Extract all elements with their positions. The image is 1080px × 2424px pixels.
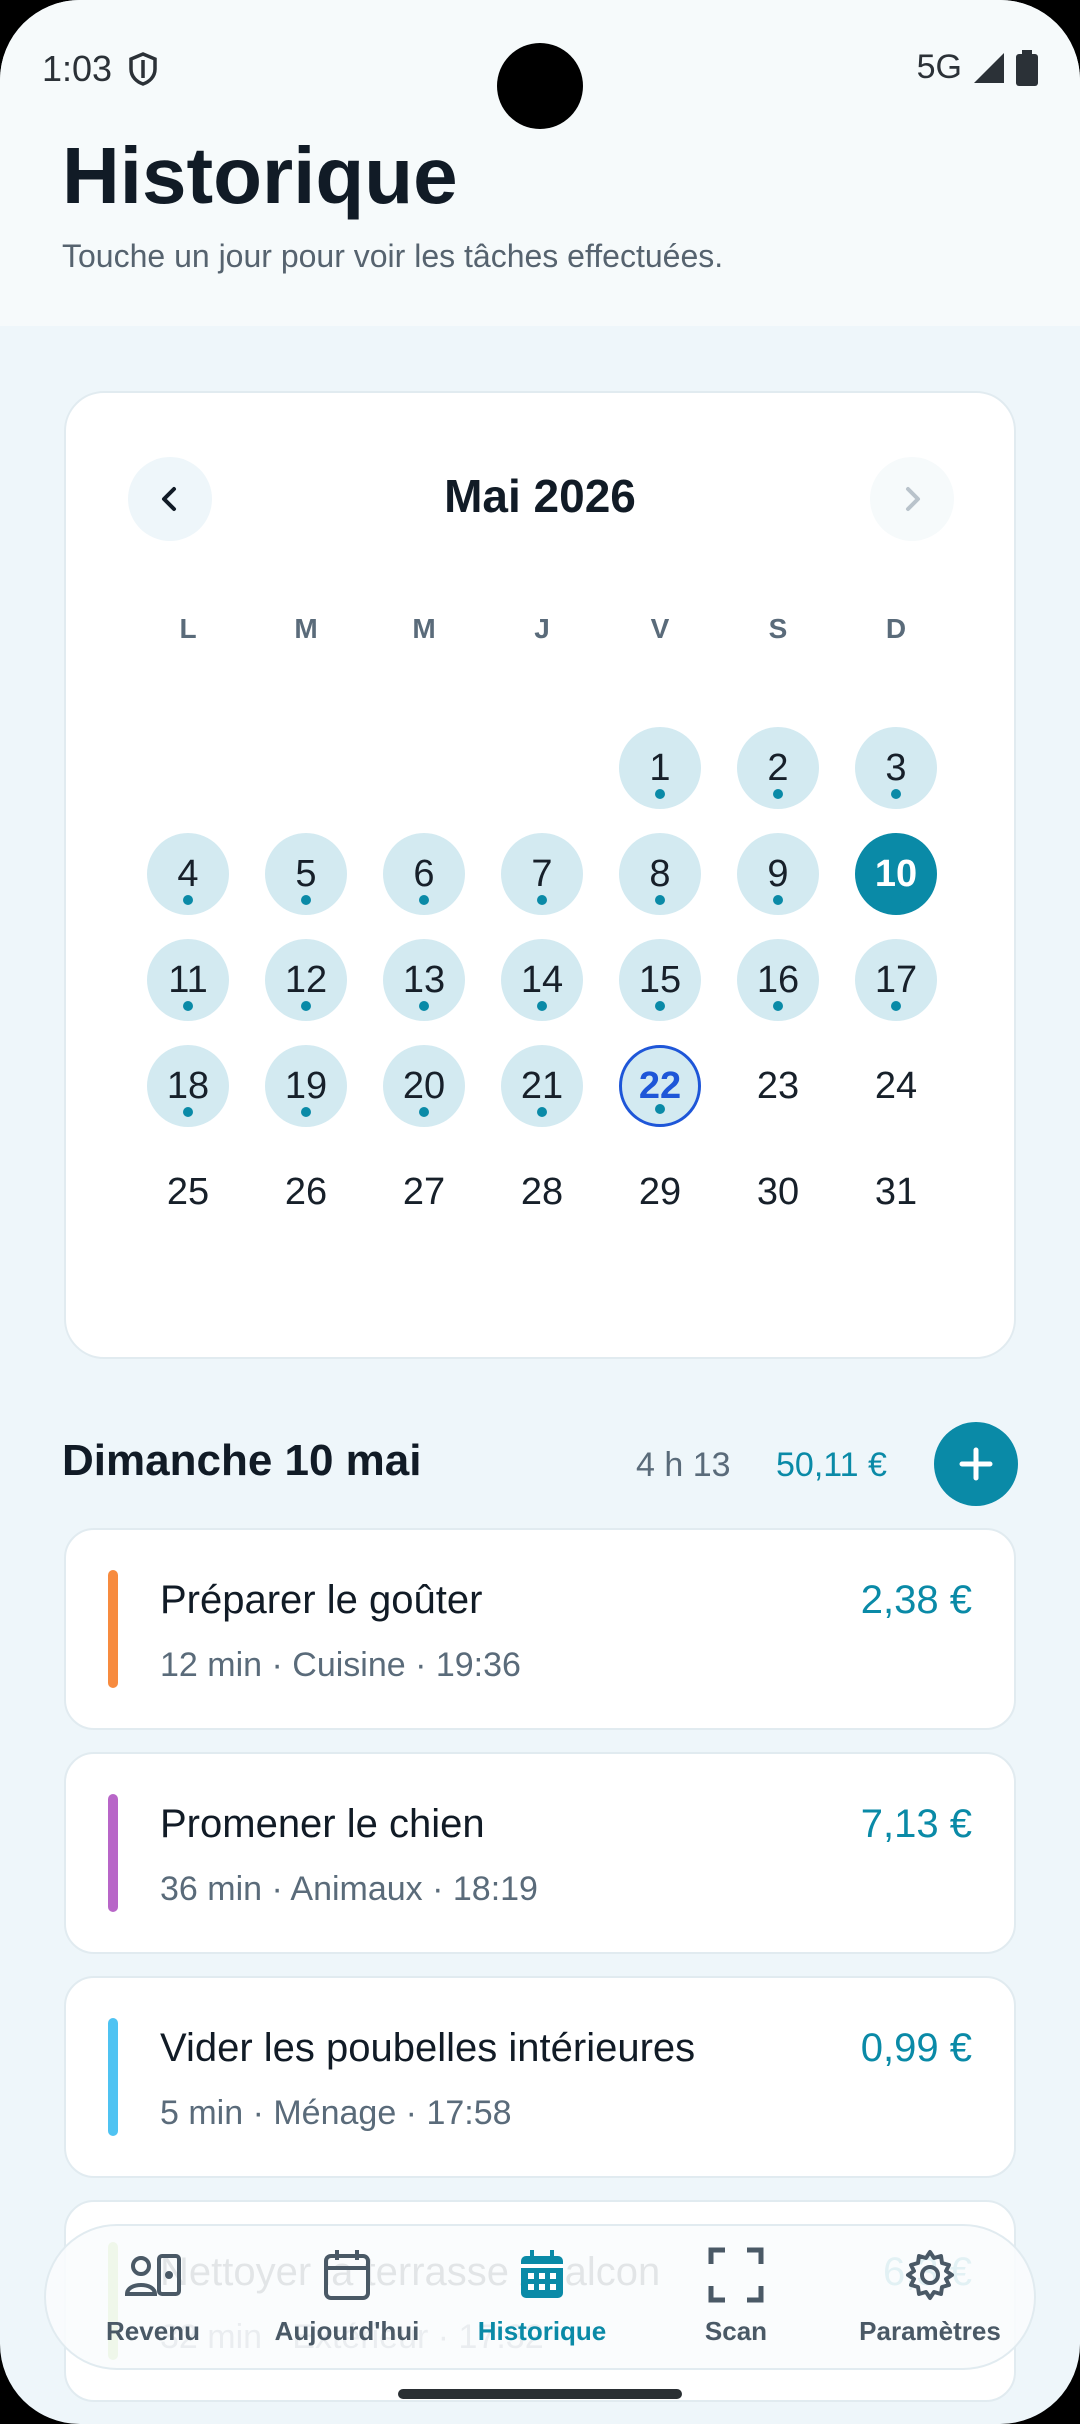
- task-meta: 12 min · Cuisine · 19:36: [160, 1646, 521, 1684]
- calendar-day-15[interactable]: 15: [619, 939, 701, 1021]
- front-camera: [497, 43, 583, 129]
- weekday-label: D: [885, 613, 907, 644]
- calendar-day-30[interactable]: 30: [737, 1151, 819, 1233]
- calendar-day-6[interactable]: 6: [383, 833, 465, 915]
- calendar-day-23[interactable]: 23: [737, 1045, 819, 1127]
- task-meta: 5 min · Ménage · 17:58: [160, 2094, 512, 2132]
- calendar-day-25[interactable]: 25: [147, 1151, 229, 1233]
- calendar-day-5[interactable]: 5: [265, 833, 347, 915]
- scan-frame-icon: [641, 2244, 831, 2306]
- weekday-label: V: [650, 613, 670, 644]
- calendar-day-4[interactable]: 4: [147, 833, 229, 915]
- nav-item-scan-frame[interactable]: Scan: [641, 2244, 831, 2347]
- weekday-label: M: [412, 613, 436, 644]
- calendar-day-10[interactable]: 10: [855, 833, 937, 915]
- nav-item-calendar[interactable]: Aujourd'hui: [252, 2244, 442, 2347]
- calendar-day-8[interactable]: 8: [619, 833, 701, 915]
- calendar-day-31[interactable]: 31: [855, 1151, 937, 1233]
- weekday-label: S: [768, 613, 788, 644]
- calendar-day-20[interactable]: 20: [383, 1045, 465, 1127]
- calendar-day-22[interactable]: 22: [619, 1045, 701, 1127]
- category-color-bar: [108, 1794, 118, 1912]
- category-color-bar: [108, 1570, 118, 1688]
- status-bar: 1:03 5G: [0, 0, 1080, 140]
- nav-item-label: Paramètres: [859, 2316, 1001, 2346]
- task-name: Préparer le goûter: [160, 1578, 483, 1622]
- calendar-day-17[interactable]: 17: [855, 939, 937, 1021]
- screen: 1:03 5G Historique Touche un jour pour v…: [0, 0, 1080, 2424]
- nav-item-label: Historique: [477, 2316, 607, 2346]
- calendar-day-2[interactable]: 2: [737, 727, 819, 809]
- weekday-label: L: [179, 613, 197, 644]
- calendar-day-19[interactable]: 19: [265, 1045, 347, 1127]
- calendar-day-18[interactable]: 18: [147, 1045, 229, 1127]
- task-amount: 2,38 €: [860, 1578, 972, 1622]
- bottom-navigation: Revenu Aujourd'hui Historique Scan Paramètre…: [44, 2224, 1036, 2370]
- nav-item-label: Aujourd'hui: [274, 2316, 420, 2346]
- wallet-user-icon: [58, 2244, 248, 2306]
- calendar-day-14[interactable]: 14: [501, 939, 583, 1021]
- calendar-icon: [252, 2244, 442, 2306]
- calendar-day-24[interactable]: 24: [855, 1045, 937, 1127]
- task-meta: 36 min · Animaux · 18:19: [160, 1870, 538, 1908]
- task-card[interactable]: Promener le chien 36 min · Animaux · 18:1…: [64, 1752, 1016, 1954]
- task-amount: 7,13 €: [860, 1802, 972, 1846]
- signal-icon: [974, 52, 1004, 83]
- nav-item-label: Scan: [704, 2316, 768, 2346]
- calendar-day-28[interactable]: 28: [501, 1151, 583, 1233]
- task-card[interactable]: Vider les poubelles intérieures 5 min · M…: [64, 1976, 1016, 2178]
- calendar-day-12[interactable]: 12: [265, 939, 347, 1021]
- weekday-label: J: [534, 613, 550, 644]
- shield-icon: [129, 52, 157, 86]
- calendar-day-7[interactable]: 7: [501, 833, 583, 915]
- page-title: Historique: [62, 131, 458, 220]
- calendar-day-26[interactable]: 26: [265, 1151, 347, 1233]
- task-name: Promener le chien: [160, 1802, 485, 1846]
- calendar-day-13[interactable]: 13: [383, 939, 465, 1021]
- add-task-button[interactable]: [934, 1422, 1018, 1506]
- next-month-button[interactable]: [870, 457, 954, 541]
- nav-item-calendar-grid[interactable]: Historique: [447, 2244, 637, 2347]
- status-time: 1:03: [42, 48, 113, 89]
- task-name: Vider les poubelles intérieures: [160, 2026, 696, 2070]
- page-subtitle: Touche un jour pour voir les tâches effe…: [62, 238, 724, 274]
- calendar-card: Mai 2026 LMMJVSD 1 2 3 4 5 6 7 8 9 10 11 12 13 14 15 16…: [64, 391, 1016, 1359]
- status-right: 5G: [917, 48, 1038, 87]
- calendar-day-1[interactable]: 1: [619, 727, 701, 809]
- selected-day-duration: 4 h 13: [636, 1446, 731, 1484]
- header: 1:03 5G Historique Touche un jour pour v…: [0, 0, 1080, 326]
- nav-item-label: Revenu: [106, 2316, 200, 2346]
- calendar-day-16[interactable]: 16: [737, 939, 819, 1021]
- gear-icon: [835, 2244, 1025, 2306]
- selected-day-title: Dimanche 10 mai: [62, 1436, 422, 1485]
- calendar-day-27[interactable]: 27: [383, 1151, 465, 1233]
- selected-day-total: 50,11 €: [776, 1446, 887, 1484]
- nav-item-wallet-user[interactable]: Revenu: [58, 2244, 248, 2347]
- chevron-right-icon: [906, 487, 920, 511]
- calendar-day-29[interactable]: 29: [619, 1151, 701, 1233]
- calendar-grid-icon: [447, 2244, 637, 2306]
- task-amount: 0,99 €: [860, 2026, 972, 2070]
- nav-item-gear[interactable]: Paramètres: [835, 2244, 1025, 2347]
- battery-icon: [1016, 49, 1038, 86]
- calendar-day-21[interactable]: 21: [501, 1045, 583, 1127]
- calendar-day-9[interactable]: 9: [737, 833, 819, 915]
- weekday-label: M: [294, 613, 318, 644]
- plus-icon: [959, 1447, 993, 1481]
- calendar-day-3[interactable]: 3: [855, 727, 937, 809]
- task-card[interactable]: Préparer le goûter 12 min · Cuisine · 19:…: [64, 1528, 1016, 1730]
- home-indicator[interactable]: [398, 2389, 682, 2399]
- calendar-day-11[interactable]: 11: [147, 939, 229, 1021]
- network-label: 5G: [916, 48, 962, 86]
- category-color-bar: [108, 2018, 118, 2136]
